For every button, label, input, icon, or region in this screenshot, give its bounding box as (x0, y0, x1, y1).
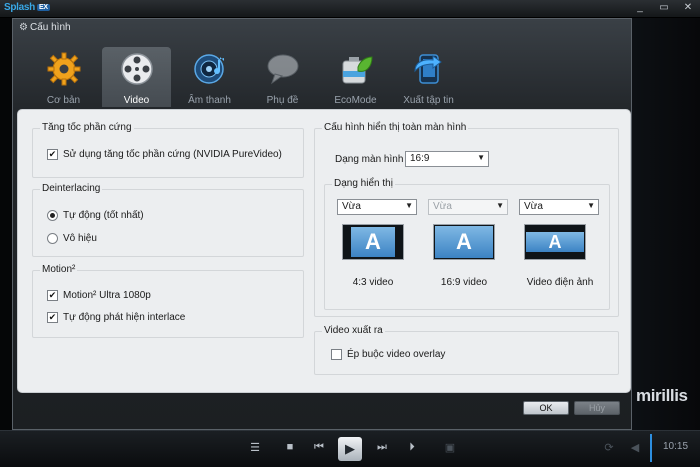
export-icon (413, 54, 442, 84)
ok-button[interactable]: OK (523, 401, 569, 415)
screen-type-select[interactable]: 16:9 ▼ (405, 151, 489, 167)
restore-button[interactable]: ▭ (658, 2, 670, 13)
stop-icon[interactable]: ■ (281, 441, 299, 457)
previous-icon[interactable]: ⏮ (310, 441, 328, 457)
preview-cinema: A (524, 224, 586, 260)
tab-ecomode[interactable]: EcoMode (321, 47, 390, 107)
video-area (632, 18, 700, 430)
deinterlacing-off-option[interactable]: Vô hiệu (47, 233, 97, 244)
screen-type-label: Dạng màn hình (335, 154, 404, 165)
fullscreen-icon[interactable]: ▣ (441, 441, 459, 457)
repeat-icon[interactable]: ⟳ (600, 441, 618, 457)
force-overlay-checkbox[interactable] (331, 349, 342, 360)
display-type-select-169[interactable]: Vừa ▼ (428, 199, 508, 215)
settings-icon[interactable]: ☰ (246, 441, 264, 457)
deinterlacing-off-radio[interactable] (47, 233, 58, 244)
motion-ultra-checkbox[interactable]: ✔ (47, 290, 58, 301)
caption-cinema: Video điện ảnh (526, 277, 594, 288)
preview-43: A (342, 224, 404, 260)
cancel-button[interactable]: Hủy (574, 401, 620, 415)
display-type-select-43[interactable]: Vừa ▼ (337, 199, 417, 215)
tab-audio[interactable]: Âm thanh (175, 47, 244, 107)
gear-icon (47, 52, 80, 86)
next-icon[interactable]: ⏭ (373, 441, 391, 457)
gear-icon: ⚙ (19, 22, 28, 33)
speaker-icon (193, 54, 224, 84)
force-overlay-option[interactable]: Ép buộc video overlay (331, 349, 445, 360)
auto-interlace-option[interactable]: ✔ Tự động phát hiện interlace (47, 312, 185, 323)
video-output-group: Video xuất ra Ép buộc video overlay (314, 325, 619, 375)
window-controls: _ ▭ ✕ (634, 2, 694, 13)
volume-slider[interactable] (650, 434, 652, 462)
fullscreen-group: Cấu hình hiển thị toàn màn hình Dạng màn… (314, 122, 619, 317)
tab-basic[interactable]: Cơ bản (29, 47, 98, 107)
dialog-title-bar: ⚙ Cấu hình (13, 19, 631, 37)
battery-leaf-icon (342, 56, 373, 84)
tab-video[interactable]: Video (102, 47, 171, 107)
display-type-select-cinema[interactable]: Vừa ▼ (519, 199, 599, 215)
close-button[interactable]: ✕ (682, 2, 694, 13)
tab-export[interactable]: Xuất tập tin (394, 47, 463, 107)
player-title-bar: Splash EX _ ▭ ✕ (0, 0, 700, 18)
hw-accel-option[interactable]: ✔ Sử dụng tăng tốc phần cứng (NVIDIA Pur… (47, 149, 282, 160)
caption-43: 4:3 video (352, 277, 394, 288)
settings-tabs: Cơ bản Video Âm thanh Phụ đề EcoMode Xuấ… (29, 47, 463, 107)
volume-icon[interactable]: ◀ (626, 441, 644, 457)
motion-group: Motion² ✔ Motion² Ultra 1080p ✔ Tự động … (32, 264, 304, 338)
caption-169: 16:9 video (440, 277, 488, 288)
speech-bubble-icon (267, 54, 298, 85)
mirillis-logo: mirillis (636, 386, 688, 405)
playback-controls: ☰ ■ ⏮ ▶ ⏭ ⏵ ▣ ⟳ ◀ (0, 430, 700, 467)
deinterlacing-auto-radio[interactable] (47, 210, 58, 221)
app-logo: Splash EX (4, 2, 50, 13)
hw-accel-checkbox[interactable]: ✔ (47, 149, 58, 160)
display-type-group: Dạng hiển thị Vừa ▼ Vừa ▼ Vừa ▼ A A A 4:… (324, 178, 610, 310)
video-settings-panel: Tăng tốc phần cứng ✔ Sử dụng tăng tốc ph… (17, 109, 631, 393)
auto-interlace-checkbox[interactable]: ✔ (47, 312, 58, 323)
chevron-down-icon: ▼ (496, 201, 504, 210)
minimize-button[interactable]: _ (634, 2, 646, 13)
deinterlacing-group: Deinterlacing Tự động (tốt nhất) Vô hiệu (32, 183, 304, 257)
settings-dialog: ⚙ Cấu hình Cơ bản Video Âm thanh Phụ đề … (12, 18, 632, 430)
hw-accel-group: Tăng tốc phần cứng ✔ Sử dụng tăng tốc ph… (32, 122, 304, 178)
chevron-down-icon: ▼ (405, 201, 413, 210)
film-reel-icon (120, 53, 153, 85)
frame-step-icon[interactable]: ⏵ (403, 441, 421, 457)
play-button[interactable]: ▶ (338, 437, 362, 461)
chevron-down-icon: ▼ (587, 201, 595, 210)
dialog-title: Cấu hình (30, 22, 71, 33)
motion-ultra-option[interactable]: ✔ Motion² Ultra 1080p (47, 290, 151, 301)
chevron-down-icon: ▼ (477, 153, 485, 162)
preview-169: A (433, 224, 495, 260)
time-display: 10:15 (663, 441, 689, 452)
deinterlacing-auto-option[interactable]: Tự động (tốt nhất) (47, 210, 144, 221)
tab-subtitles[interactable]: Phụ đề (248, 47, 317, 107)
